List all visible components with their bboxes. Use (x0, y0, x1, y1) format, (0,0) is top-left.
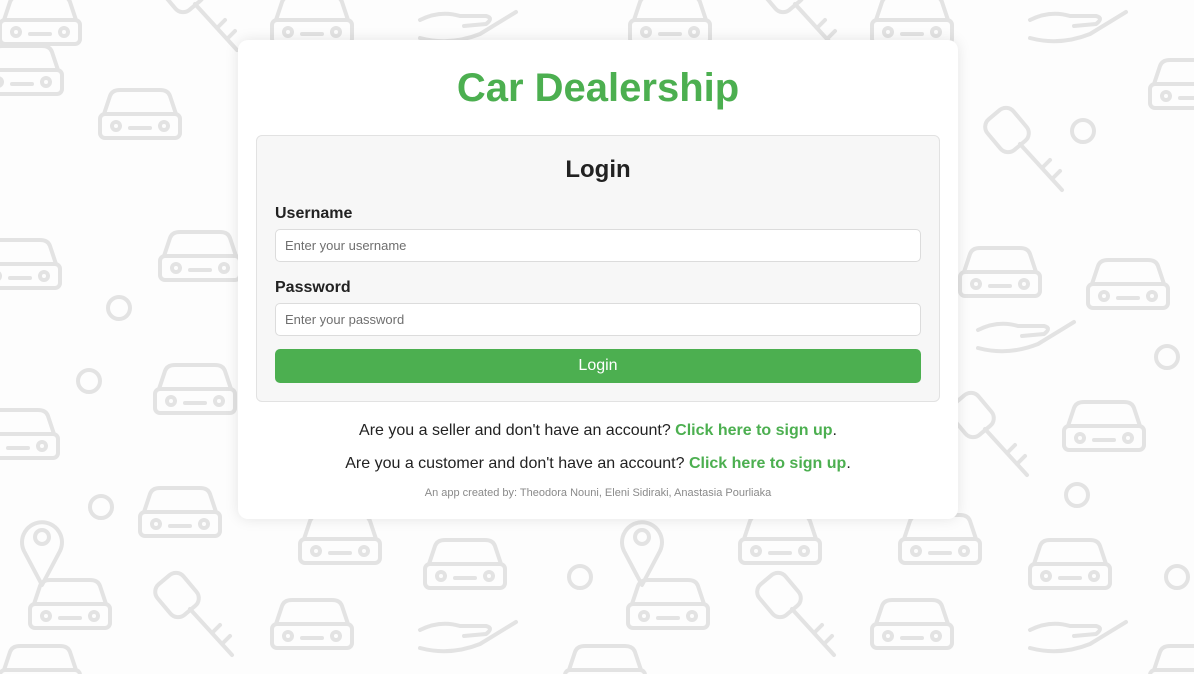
password-label: Password (275, 279, 351, 296)
login-button[interactable]: Login (275, 349, 921, 383)
login-form: Login Username Password Login (256, 135, 940, 402)
customer-signup-punct: . (846, 455, 851, 472)
seller-signup-prompt: Are you a seller and don't have an accou… (238, 421, 958, 441)
login-card: Car Dealership Login Username Password L… (238, 40, 958, 519)
username-label: Username (275, 205, 353, 222)
login-heading: Login (565, 156, 631, 183)
app-title: Car Dealership (456, 66, 740, 110)
username-input[interactable] (275, 229, 921, 262)
customer-signup-link[interactable]: Click here to sign up (689, 455, 846, 472)
seller-signup-text: Are you a seller and don't have an accou… (359, 422, 676, 439)
password-input[interactable] (275, 303, 921, 336)
credits-footer: An app created by: Theodora Nouni, Eleni… (424, 487, 772, 499)
customer-signup-prompt: Are you a customer and don't have an acc… (238, 454, 958, 474)
customer-signup-text: Are you a customer and don't have an acc… (345, 455, 689, 472)
seller-signup-link[interactable]: Click here to sign up (675, 422, 832, 439)
seller-signup-punct: . (832, 422, 837, 439)
